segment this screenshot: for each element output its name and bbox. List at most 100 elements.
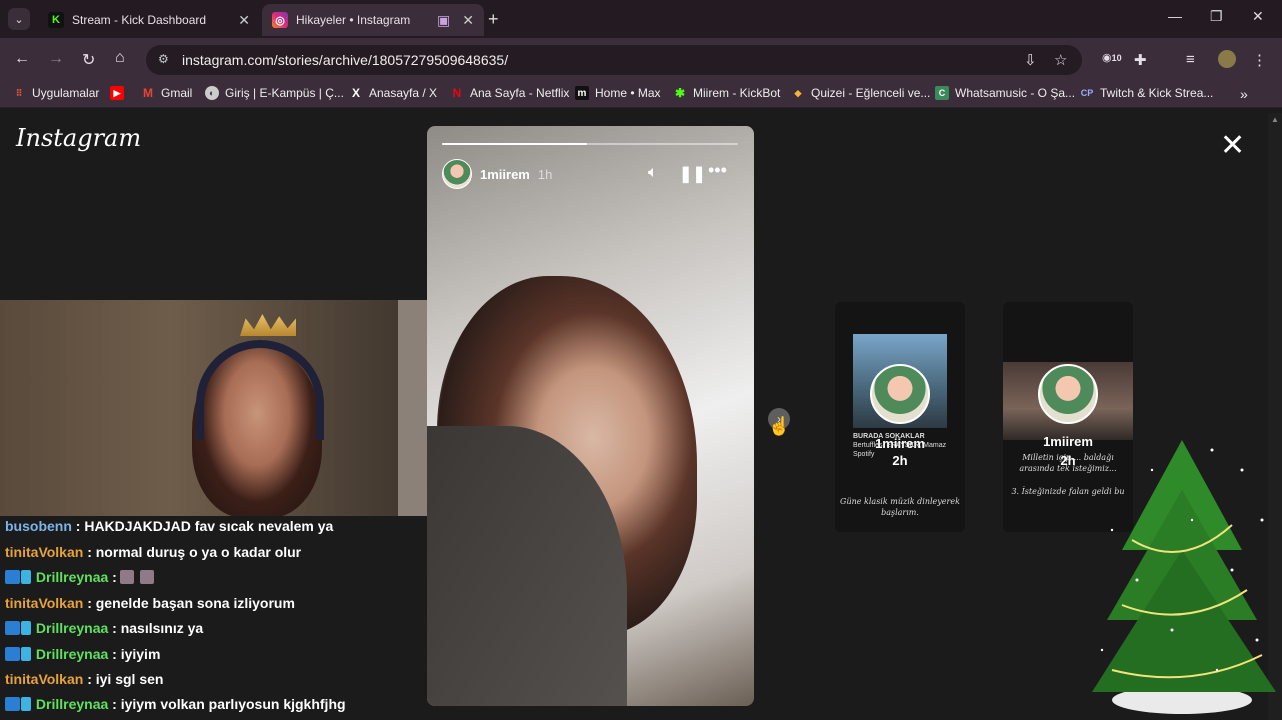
close-tab-icon[interactable]: ✕ [238,12,250,29]
preview-caption: Güne klasik müzik dinleyerek başlarım. [840,497,960,517]
minimize-icon[interactable]: — [1168,8,1182,24]
profile-avatar[interactable] [1218,50,1236,68]
install-app-icon[interactable]: ⇩ [1024,51,1037,69]
bookmark-netflix[interactable]: N Ana Sayfa - Netflix [450,86,570,100]
tab-instagram[interactable]: ◎ Hikayeler • Instagram ▣ ✕ [262,4,484,36]
menu-kebab-icon[interactable]: ⋮ [1252,51,1267,69]
media-control-icon[interactable]: ≡ [1186,51,1195,68]
chat-message: Drillreynaa : iyiym volkan parlıyosun kj… [5,696,346,712]
close-tab-icon[interactable]: ✕ [462,12,474,29]
bookmark-quizei[interactable]: ◆ Quizei - Eğlenceli ve... [791,86,931,100]
chat-username: Drillreynaa [35,569,109,585]
extension-badge: 10 [1111,53,1122,63]
tab-title: Stream - Kick Dashboard [72,13,207,27]
tree-tier-bottom [1092,550,1276,692]
story-preview-card[interactable]: 1miirem BURADA SOKAKLAR Bertuffles, ERAY… [835,302,965,532]
webcam-overlay [0,300,427,518]
story-time: 1h [537,166,553,182]
media-playing-icon[interactable]: ▣ [437,12,450,29]
bookmark-label: Whatsamusic - O Şa... [955,86,1076,100]
subscriber-badge-icon [5,621,20,635]
bookmarks-overflow-icon[interactable]: » [1240,86,1248,102]
extensions-puzzle-icon[interactable]: ✚ [1134,51,1147,69]
restore-icon[interactable]: ❐ [1210,8,1223,25]
bookmark-kickbot[interactable]: ✱ Miirem - KickBot [673,86,780,100]
bookmark-twitch-kick[interactable]: CP Twitch & Kick Strea... [1080,86,1214,100]
bookmark-gmail[interactable]: M Gmail [141,86,192,100]
bookmark-label: Home • Max [595,86,661,100]
site-settings-icon[interactable]: ⚙ [158,52,169,66]
tab-search-chevron-icon[interactable]: ⌄ [8,8,30,30]
vip-badge-icon [21,570,31,584]
apps-grid-icon: ⠿ [15,87,23,98]
emote-icon [139,570,154,584]
chat-message: tinitaVolkan : iyi sgl sen [5,671,163,687]
vip-badge-icon [21,647,31,661]
new-tab-button[interactable]: + [488,9,499,30]
preview-avatar [870,364,930,424]
subscriber-badge-icon [5,570,20,584]
headphones [196,340,324,440]
chat-text: : iyi sgl sen [87,671,164,687]
bookmark-youtube[interactable]: ▶ [110,86,130,100]
volume-icon[interactable]: 🔈︎ [648,164,658,182]
reload-icon[interactable]: ↻ [82,50,95,70]
bookmark-label: Twitch & Kick Strea... [1100,86,1214,100]
close-window-icon[interactable]: ✕ [1252,8,1264,25]
bookmark-ekampus[interactable]: ◐ Giriş | E-Kampüs | Ç... [205,86,344,100]
bookmarks-bar: ⠿ Uygulamalar ▶ M Gmail ◐ Giriş | E-Kampüs … [0,80,1282,108]
netflix-icon: N [452,86,462,100]
kickbot-icon: ✱ [674,86,686,100]
tab-kick-dashboard[interactable]: K Stream - Kick Dashboard ✕ [38,4,260,36]
home-icon[interactable]: ⌂ [115,49,125,67]
address-bar[interactable]: ⚙ instagram.com/stories/archive/18057279… [146,45,1082,75]
preview-time: 2h [892,453,908,468]
bookmark-label: Anasayfa / X [369,86,438,100]
story-frame[interactable]: 1miirem 1h 🔈︎ ❚❚ ••• [427,126,754,706]
bookmark-x[interactable]: X Anasayfa / X [349,86,437,100]
close-story-icon[interactable]: ✕ [1220,131,1245,161]
hand-cursor-icon: ☝ [768,416,791,436]
chat-username: Drillreynaa [35,646,109,662]
chat-message: Drillreynaa : nasılsınız ya [5,620,203,636]
kick-logo-icon: K [48,12,64,28]
scroll-up-icon[interactable]: ▲ [1271,115,1279,124]
vip-badge-icon [21,697,31,711]
chat-message: tinitaVolkan : normal duruş o ya o kadar… [5,544,301,560]
cp-icon: CP [1080,88,1094,98]
song-title: BURADA SOKAKLAR [853,433,925,440]
more-options-icon[interactable]: ••• [708,160,727,181]
chat-text: : nasılsınız ya [112,620,204,636]
bookmark-label: Quizei - Eğlenceli ve... [811,86,931,100]
bookmark-whatsamusic[interactable]: C Whatsamusic - O Şa... [935,86,1075,100]
preview-avatar [1038,364,1098,424]
gmail-icon: M [143,86,153,100]
max-icon: m [575,86,589,100]
vip-badge-icon [21,621,31,635]
story-avatar[interactable] [442,159,472,189]
forward-arrow-icon[interactable]: → [48,50,64,68]
bookmark-label: Uygulamalar [32,86,100,100]
chat-message: tinitaVolkan : genelde başan sona izliyo… [5,595,295,611]
chat-message: Drillreynaa : iyiyim [5,646,160,662]
subscriber-badge-icon [5,697,20,711]
extension-counter-icon[interactable]: ◉10 [1102,51,1122,64]
chat-message: Drillreynaa : [5,569,157,585]
back-arrow-icon[interactable]: ← [14,50,30,68]
christmas-tree-decoration [1092,440,1276,714]
chat-username: Drillreynaa [35,696,109,712]
subscriber-badge-icon [5,647,20,661]
story-username[interactable]: 1miirem [480,167,530,182]
chat-username: Drillreynaa [35,620,109,636]
bookmark-max[interactable]: m Home • Max [575,86,661,100]
tab-strip: ⌄ K Stream - Kick Dashboard ✕ ◎ Hikayele… [0,0,1282,38]
bookmark-label: Gmail [161,86,193,100]
url-text: instagram.com/stories/archive/1805727950… [182,52,509,68]
chat-username: tinitaVolkan [5,671,84,687]
bookmark-star-icon[interactable]: ☆ [1054,51,1067,69]
ekampus-icon: ◐ [205,86,219,100]
pause-icon[interactable]: ❚❚ [679,164,706,184]
instagram-logo[interactable]: Instagram [16,124,141,152]
chat-overlay: busobenn : HAKDJAKDJAD fav sıcak nevalem… [0,516,427,720]
bookmark-apps[interactable]: ⠿ Uygulamalar [12,86,100,100]
